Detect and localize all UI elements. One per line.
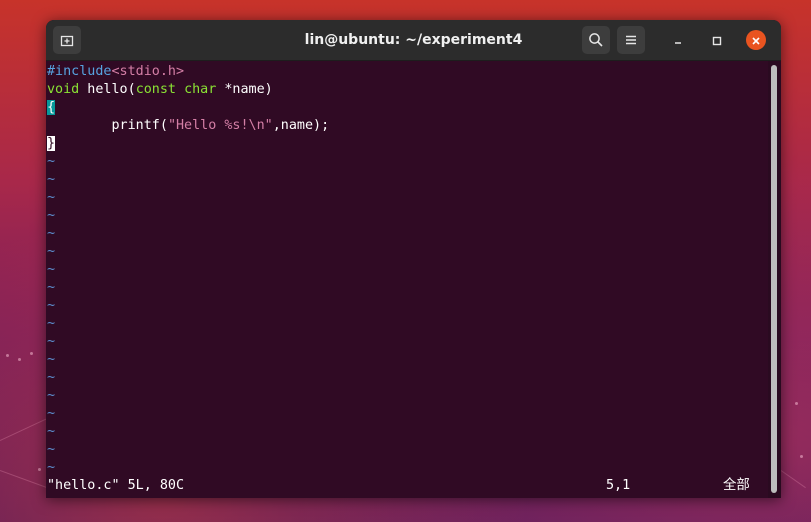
hamburger-menu-icon bbox=[624, 33, 638, 47]
maximize-button[interactable] bbox=[707, 30, 727, 50]
new-tab-button[interactable] bbox=[53, 26, 81, 54]
empty-line-tilde: ~ bbox=[47, 172, 56, 187]
keyword-void: void bbox=[47, 82, 80, 97]
empty-line-tilde: ~ bbox=[47, 388, 56, 403]
wallpaper-dot bbox=[800, 455, 803, 458]
title-bar[interactable]: lin@ubuntu: ~/experiment4 bbox=[46, 20, 781, 61]
maximize-icon bbox=[712, 31, 722, 50]
search-button[interactable] bbox=[582, 26, 610, 54]
empty-line-tilde: ~ bbox=[47, 190, 56, 205]
keyword-const: const bbox=[135, 82, 176, 97]
printf-call: printf( bbox=[47, 118, 168, 133]
keyword-char: char bbox=[184, 82, 217, 97]
param-rest: *name) bbox=[216, 82, 273, 97]
text-cursor: } bbox=[47, 136, 56, 151]
include-directive: #include bbox=[47, 64, 112, 79]
wallpaper-dot bbox=[6, 354, 9, 357]
new-tab-icon bbox=[60, 33, 74, 47]
close-button[interactable] bbox=[746, 30, 766, 50]
wallpaper-dot bbox=[795, 402, 798, 405]
empty-line-tilde: ~ bbox=[47, 460, 56, 475]
scrollbar[interactable] bbox=[768, 61, 781, 498]
empty-line-tilde: ~ bbox=[47, 352, 56, 367]
function-name: hello( bbox=[79, 82, 136, 97]
empty-line-tilde: ~ bbox=[47, 262, 56, 277]
empty-line-tilde: ~ bbox=[47, 370, 56, 385]
status-cursor-position: 5,1 bbox=[606, 478, 631, 493]
wallpaper-line bbox=[0, 470, 48, 489]
wallpaper-dot bbox=[18, 358, 21, 361]
empty-line-tilde: ~ bbox=[47, 208, 56, 223]
empty-line-tilde: ~ bbox=[47, 226, 56, 241]
empty-line-tilde: ~ bbox=[47, 298, 56, 313]
scrollbar-thumb[interactable] bbox=[771, 65, 777, 493]
wallpaper-dot bbox=[30, 352, 33, 355]
code-line-5: } bbox=[47, 135, 56, 153]
wallpaper-line bbox=[780, 470, 806, 489]
status-file-info: "hello.c" 5L, 80C bbox=[47, 478, 185, 493]
search-icon bbox=[588, 32, 604, 48]
matching-brace: { bbox=[47, 100, 56, 115]
empty-line-tilde: ~ bbox=[47, 244, 56, 259]
vim-statusline: "hello.c" 5L, 80C 5,1 全部 bbox=[47, 477, 767, 495]
minimize-icon bbox=[673, 31, 683, 50]
minimize-button[interactable] bbox=[668, 30, 688, 50]
code-line-3: { bbox=[47, 99, 56, 117]
empty-line-tilde: ~ bbox=[47, 442, 56, 457]
format-string: "Hello %s!\n" bbox=[167, 118, 273, 133]
empty-line-tilde: ~ bbox=[47, 154, 56, 169]
empty-line-tilde: ~ bbox=[47, 406, 56, 421]
include-header: <stdio.h> bbox=[111, 64, 185, 79]
close-icon bbox=[751, 31, 761, 50]
terminal-window: lin@ubuntu: ~/experiment4 #include<stdio… bbox=[46, 20, 781, 498]
code-line-4: printf("Hello %s!\n",name); bbox=[47, 117, 329, 135]
menu-button[interactable] bbox=[617, 26, 645, 54]
wallpaper-dot bbox=[38, 468, 41, 471]
status-scroll-percent: 全部 bbox=[723, 478, 750, 493]
empty-line-tilde: ~ bbox=[47, 280, 56, 295]
empty-line-tilde: ~ bbox=[47, 424, 56, 439]
empty-line-tilde: ~ bbox=[47, 316, 56, 331]
empty-line-tilde: ~ bbox=[47, 334, 56, 349]
printf-args: ,name); bbox=[272, 118, 330, 133]
code-line-2: void hello(const char *name) bbox=[47, 81, 273, 99]
vim-editor[interactable]: #include<stdio.h> void hello(const char … bbox=[46, 61, 768, 498]
code-line-1: #include<stdio.h> bbox=[47, 63, 184, 81]
